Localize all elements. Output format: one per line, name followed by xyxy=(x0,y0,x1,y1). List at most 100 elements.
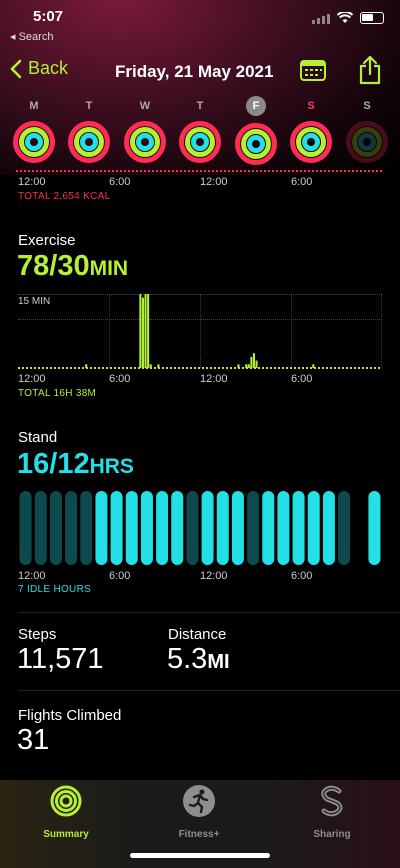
exercise-bar xyxy=(245,364,248,368)
exercise-bars xyxy=(18,294,382,369)
axis-label: 6:00 xyxy=(291,373,313,385)
exercise-bar xyxy=(252,353,255,368)
share-button[interactable] xyxy=(358,55,382,90)
stand-time-axis: 12:00 6:00 12:00 6:00 xyxy=(18,570,382,584)
tab-label: Sharing xyxy=(313,829,351,840)
exercise-bar xyxy=(247,364,250,368)
distance-amount: 5.3 xyxy=(167,643,208,675)
idle-hour-bar xyxy=(65,491,78,565)
stand-value: 16/12HRS xyxy=(17,448,134,481)
exercise-bar xyxy=(147,294,150,368)
week-selector: MTWTFSS xyxy=(0,96,400,171)
exercise-bar xyxy=(250,356,253,368)
status-time: 5:07 xyxy=(33,8,64,25)
exercise-bar xyxy=(139,294,142,368)
idle-hour-bar xyxy=(247,491,260,565)
exercise-bar xyxy=(157,364,160,368)
day-letter: S xyxy=(307,100,315,112)
stand-hour-bar xyxy=(95,491,108,565)
stand-hour-bar xyxy=(156,491,169,565)
calendar-button[interactable] xyxy=(300,59,326,86)
exercise-chart: 15 MIN xyxy=(18,294,382,370)
day-letter: F xyxy=(246,96,266,116)
exercise-bar xyxy=(141,297,144,368)
exercise-label: Exercise xyxy=(18,232,76,249)
tab-fitness-plus[interactable]: Fitness+ xyxy=(159,784,239,840)
axis-label: 6:00 xyxy=(291,176,313,188)
status-bar: 5:07 ◂ Search xyxy=(0,0,400,46)
exercise-bar xyxy=(149,364,152,368)
idle-hour-bar xyxy=(49,491,62,565)
stand-hour-bar xyxy=(125,491,138,565)
day-0[interactable]: M xyxy=(12,98,56,169)
exercise-bar xyxy=(85,364,88,368)
back-button[interactable]: Back xyxy=(10,58,68,79)
status-icons xyxy=(312,12,384,24)
tab-label: Summary xyxy=(43,829,89,840)
axis-label: 6:00 xyxy=(109,373,131,385)
calendar-icon xyxy=(300,60,326,81)
exercise-value: 78/30MIN xyxy=(17,250,128,283)
tab-sharing[interactable]: Sharing xyxy=(292,784,372,840)
stand-hour-bar xyxy=(368,491,381,565)
exercise-bar xyxy=(144,294,147,368)
activity-rings-icon xyxy=(235,123,277,165)
stand-label: Stand xyxy=(18,429,58,446)
stand-hour-bar xyxy=(216,491,229,565)
distance-value: 5.3MI xyxy=(167,643,230,676)
stand-hour-bar xyxy=(292,491,305,565)
activity-rings-icon xyxy=(50,785,82,817)
battery-icon xyxy=(360,12,384,24)
day-letter: S xyxy=(363,100,371,112)
sharing-icon xyxy=(321,785,343,817)
stand-hour-bar xyxy=(322,491,335,565)
idle-hour-bar xyxy=(186,491,199,565)
stand-unit: HRS xyxy=(89,455,134,478)
back-to-search-link[interactable]: ◂ Search xyxy=(10,30,53,43)
share-icon xyxy=(359,55,381,85)
cellular-signal-icon xyxy=(312,14,330,24)
wifi-icon xyxy=(337,12,353,23)
day-4[interactable]: F xyxy=(234,96,278,171)
stand-hour-bar xyxy=(231,491,244,565)
section-divider xyxy=(18,690,400,691)
stand-hour-bar xyxy=(110,491,123,565)
axis-label: 12:00 xyxy=(200,373,228,385)
back-button-label: Back xyxy=(28,58,69,78)
day-letter: T xyxy=(85,100,93,112)
activity-rings-icon xyxy=(124,121,166,163)
axis-label: 6:00 xyxy=(291,570,313,582)
stand-idle-hours: 7 IDLE HOURS xyxy=(18,584,92,595)
move-total: TOTAL 2,654 KCAL xyxy=(18,191,111,202)
day-2[interactable]: W xyxy=(123,98,167,169)
stand-bars xyxy=(19,491,381,565)
home-indicator xyxy=(130,853,270,858)
stand-hour-bar xyxy=(307,491,320,565)
stand-hour-bar xyxy=(140,491,153,565)
tab-label: Fitness+ xyxy=(178,829,220,840)
chevron-left-icon xyxy=(10,59,22,78)
day-letter: T xyxy=(196,100,204,112)
day-5[interactable]: S xyxy=(289,98,333,169)
stand-hour-bar xyxy=(277,491,290,565)
activity-rings-icon xyxy=(13,121,55,163)
exercise-time-axis: 12:00 6:00 12:00 6:00 xyxy=(18,373,382,387)
stand-amount: 16/12 xyxy=(17,448,90,480)
axis-label: 6:00 xyxy=(109,570,131,582)
activity-rings-icon xyxy=(68,121,110,163)
page-title: Friday, 21 May 2021 xyxy=(115,62,274,81)
idle-hour-bar xyxy=(338,491,351,565)
day-6[interactable]: S xyxy=(345,98,389,169)
exercise-bar xyxy=(312,364,315,368)
idle-hour-bar xyxy=(80,491,93,565)
exercise-unit: MIN xyxy=(89,257,129,280)
tab-summary[interactable]: Summary xyxy=(26,784,106,840)
idle-hour-bar xyxy=(19,491,32,565)
move-time-axis: 12:00 6:00 12:00 6:00 xyxy=(18,176,382,190)
exercise-total: TOTAL 16H 38M xyxy=(18,388,97,399)
day-1[interactable]: T xyxy=(67,98,111,169)
exercise-bar xyxy=(237,364,240,368)
day-3[interactable]: T xyxy=(178,98,222,169)
distance-unit: MI xyxy=(207,651,230,673)
flights-value: 31 xyxy=(17,724,50,756)
